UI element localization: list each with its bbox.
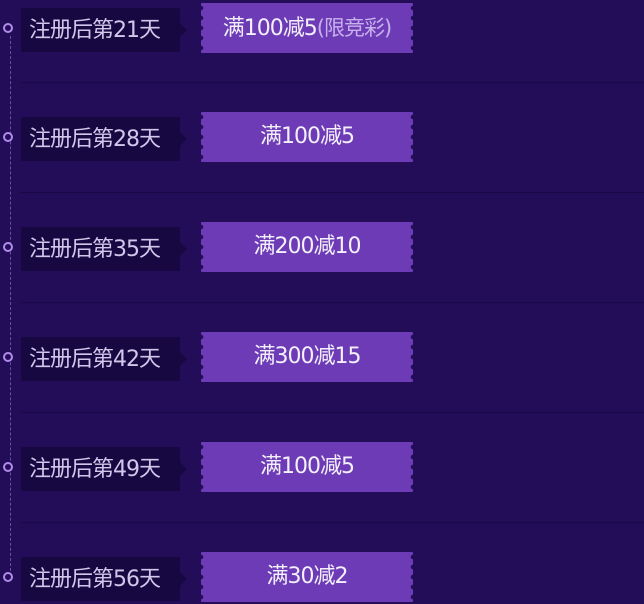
row-divider bbox=[21, 82, 644, 83]
day-label: 注册后第21天 bbox=[29, 18, 161, 43]
day-tag: 注册后第28天 bbox=[21, 117, 187, 161]
coupon-card[interactable]: 满100减5(限竞彩) bbox=[201, 3, 413, 53]
row-divider bbox=[21, 412, 644, 413]
row-divider bbox=[21, 302, 644, 303]
coupon-amount: 满100减5 bbox=[222, 16, 318, 41]
timeline-dot-icon bbox=[3, 23, 13, 33]
coupon-note: (限竞彩) bbox=[316, 16, 392, 40]
day-tag: 注册后第35天 bbox=[21, 227, 187, 271]
timeline-row: 注册后第56天 满30减2 bbox=[0, 552, 644, 604]
day-tag: 注册后第21天 bbox=[21, 8, 187, 52]
timeline-row: 注册后第49天 满100减5 bbox=[0, 442, 644, 496]
timeline-row: 注册后第42天 满300减15 bbox=[0, 332, 644, 386]
day-label: 注册后第56天 bbox=[29, 567, 161, 592]
day-tag: 注册后第56天 bbox=[21, 557, 187, 601]
timeline-row: 注册后第21天 满100减5(限竞彩) bbox=[0, 3, 644, 57]
coupon-amount: 满30减2 bbox=[266, 564, 349, 589]
timeline-dot-icon bbox=[3, 132, 13, 142]
timeline-dot-icon bbox=[3, 352, 13, 362]
day-label: 注册后第35天 bbox=[29, 237, 161, 262]
coupon-card[interactable]: 满200减10 bbox=[201, 222, 413, 272]
coupon-card[interactable]: 满100减5 bbox=[201, 442, 413, 492]
registration-reward-timeline: 注册后第21天 满100减5(限竞彩) 注册后第28天 满100减5 注册后第3… bbox=[0, 0, 644, 604]
day-tag: 注册后第49天 bbox=[21, 447, 187, 491]
timeline-row: 注册后第28天 满100减5 bbox=[0, 112, 644, 166]
timeline-dot-icon bbox=[3, 572, 13, 582]
coupon-card[interactable]: 满30减2 bbox=[201, 552, 413, 602]
coupon-amount: 满100减5 bbox=[260, 454, 355, 479]
day-label: 注册后第42天 bbox=[29, 347, 161, 372]
coupon-card[interactable]: 满100减5 bbox=[201, 112, 413, 162]
coupon-card[interactable]: 满300减15 bbox=[201, 332, 413, 382]
coupon-amount: 满200减10 bbox=[253, 234, 362, 259]
timeline-dot-icon bbox=[3, 462, 13, 472]
coupon-amount: 满300减15 bbox=[253, 344, 362, 369]
coupon-amount: 满100减5 bbox=[260, 124, 355, 149]
day-label: 注册后第28天 bbox=[29, 127, 161, 152]
row-divider bbox=[21, 192, 644, 193]
timeline-row: 注册后第35天 满200减10 bbox=[0, 222, 644, 276]
day-label: 注册后第49天 bbox=[29, 457, 161, 482]
coupon-label: 满100减5(限竞彩) bbox=[201, 15, 413, 42]
day-tag: 注册后第42天 bbox=[21, 337, 187, 381]
timeline-dot-icon bbox=[3, 242, 13, 252]
row-divider bbox=[21, 522, 644, 523]
